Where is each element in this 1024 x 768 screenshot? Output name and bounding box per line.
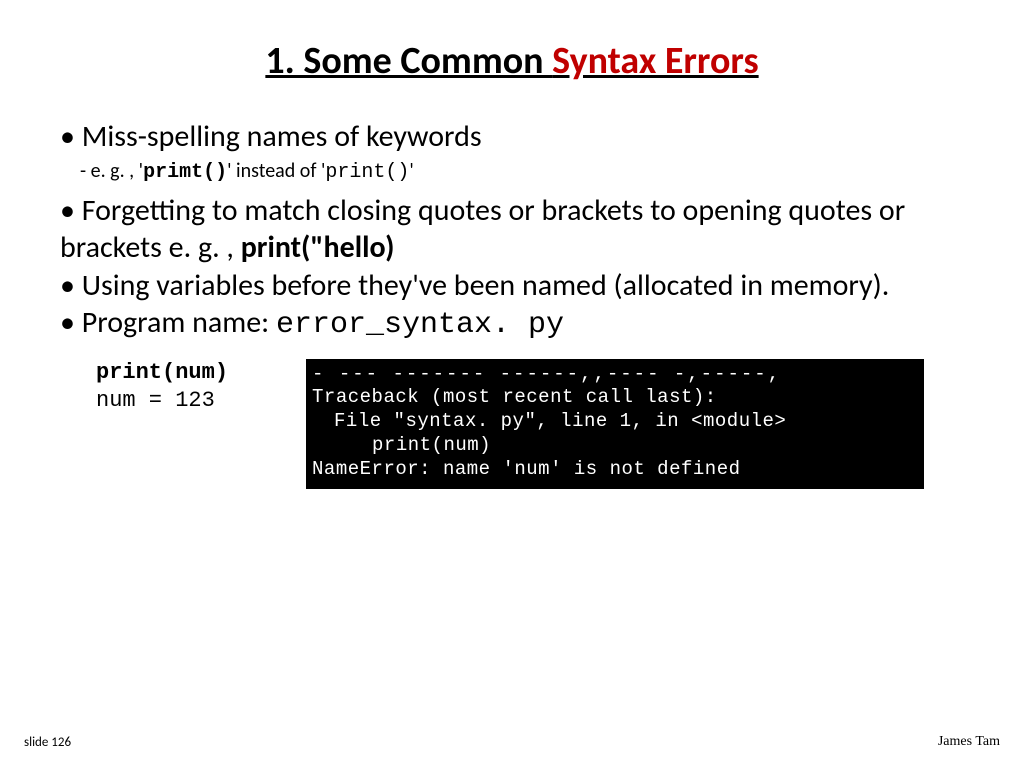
terminal-line-2: File "syntax. py", line 1, in <module>	[312, 410, 918, 434]
terminal-line-0: - --- ------- ------,,---- -,-----,	[312, 363, 918, 387]
code-line-2: num = 123	[96, 387, 228, 416]
title-text-b: Syntax Errors	[552, 38, 758, 84]
terminal-output: - --- ------- ------,,---- -,-----, Trac…	[306, 359, 924, 490]
code-snippet: print(num) num = 123	[96, 359, 228, 416]
sub-mid: ' instead of '	[227, 159, 325, 183]
bullet-2: Forgetting to match closing quotes or br…	[60, 192, 978, 267]
bullet-2-text-b: print("hello)	[241, 229, 395, 266]
sub-post: '	[409, 159, 413, 183]
sub-code-2: print()	[325, 161, 409, 184]
bullet-1: Miss-spelling names of keywords	[60, 118, 978, 156]
bullet-3: Using variables before they've been name…	[60, 267, 978, 305]
bullet-1-sub: e. g. , 'primt()' instead of 'print()'	[80, 158, 978, 186]
bullet-4: Program name: error_syntax. py	[60, 304, 978, 345]
title-text-a: 1. Some Common	[265, 38, 552, 84]
slide: 1. Some Common Syntax Errors Miss-spelli…	[0, 0, 1024, 768]
sub-pre: e. g. , '	[91, 159, 143, 183]
author-name: James Tam	[938, 734, 1000, 750]
sub-code-1: primt()	[143, 161, 227, 184]
code-line-1: print(num)	[96, 359, 228, 388]
bullet-4-text-a: Program name:	[60, 304, 276, 341]
terminal-line-1: Traceback (most recent call last):	[312, 386, 918, 410]
slide-title: 1. Some Common Syntax Errors	[46, 38, 978, 84]
bullet-3-text: Using variables before they've been name…	[60, 267, 889, 304]
example-row: print(num) num = 123 - --- ------- -----…	[96, 359, 978, 490]
bullet-2-text-a: Forgetting to match closing quotes or br…	[60, 192, 905, 267]
terminal-line-4: NameError: name 'num' is not defined	[312, 458, 918, 482]
bullet-1-text: Miss-spelling names of keywords	[60, 118, 482, 155]
bullet-4-text-b: error_syntax. py	[276, 308, 564, 342]
slide-number: slide 126	[24, 735, 71, 750]
terminal-line-3: print(num)	[312, 434, 918, 458]
